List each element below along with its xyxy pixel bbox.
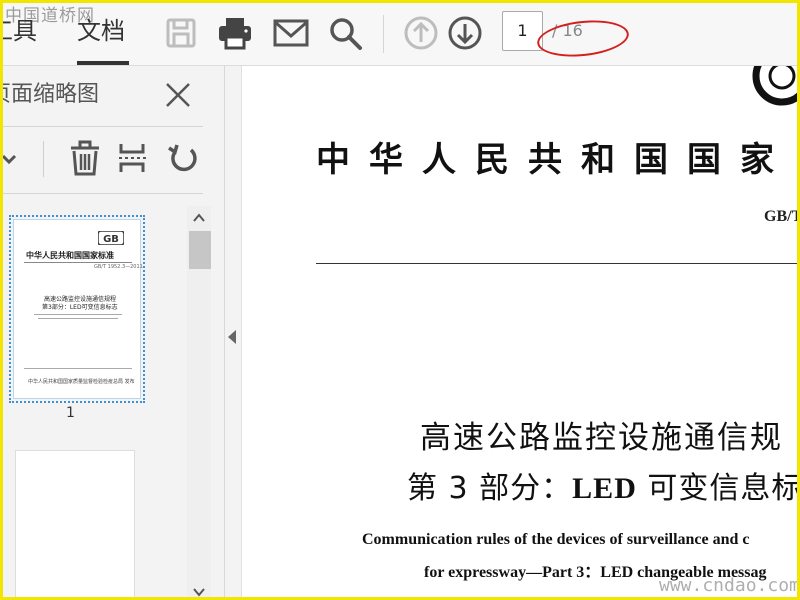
active-tab-indicator (77, 61, 129, 65)
app-window: 中国道桥网 工具 文档 1 / 16 (0, 0, 800, 600)
thumb-cn-title-2: 第3部分：LED可变信息标志 (42, 304, 118, 311)
cn-title-part: 第 3 部分： (407, 471, 573, 506)
red-annotation-circle (535, 16, 631, 61)
thumb-en-line (38, 318, 118, 319)
sidebar-tool-separator (43, 141, 44, 177)
sidebar-scrollbar-thumb[interactable] (189, 231, 211, 269)
extract-page-icon[interactable] (113, 138, 153, 178)
save-icon[interactable] (161, 13, 201, 53)
scroll-down-icon[interactable] (191, 584, 207, 597)
page-thumbnail-2[interactable] (15, 450, 135, 597)
cn-title-part: 可变信息标 (636, 471, 800, 506)
thumbnail-sidebar: 页面缩略图 GB 中华人民共和国国家标准 GB/T 1952.3—2011 高速… (0, 66, 225, 597)
sidebar-divider-2 (3, 193, 203, 194)
thumb-header: 中华人民共和国国家标准 (26, 251, 114, 260)
toolbar-separator (383, 15, 384, 53)
header-rule (316, 263, 797, 264)
toolbar: 中国道桥网 工具 文档 1 / 16 (3, 3, 797, 66)
chinese-title-line-1: 高速公路监控设施通信规 (420, 420, 783, 456)
english-title-line-1: Communication rules of the devices of su… (362, 531, 750, 548)
delete-page-icon[interactable] (65, 138, 105, 178)
standard-code: GB/T (764, 208, 800, 225)
thumb-rule-bottom (24, 368, 132, 369)
tab-document[interactable]: 文档 (77, 15, 125, 47)
watermark-bottom-right: www.cndao.com (659, 575, 800, 596)
chinese-title-line-2: 第 3 部分：LED 可变信息标 (407, 463, 800, 507)
thumb-rule (24, 262, 132, 263)
document-page: 中华人民共和国国家 GB/T 高速公路监控设施通信规 第 3 部分：LED 可变… (241, 66, 800, 597)
thumb-en-line (34, 314, 122, 315)
thumb-code: GB/T 1952.3—2011 (94, 264, 143, 270)
gb-logo-icon: GB (98, 231, 124, 245)
rotate-page-icon[interactable] (163, 138, 203, 178)
print-icon[interactable] (215, 13, 255, 53)
collapse-sidebar-icon[interactable] (227, 329, 237, 345)
thumb-publisher: 中华人民共和国国家质量监督检验检疫总局 发布 (28, 379, 135, 385)
standard-logo-icon (752, 66, 797, 106)
close-icon[interactable] (163, 80, 193, 110)
sidebar-divider (3, 126, 203, 127)
tab-tools[interactable]: 工具 (3, 15, 37, 47)
search-icon[interactable] (325, 13, 365, 53)
options-dropdown-icon[interactable] (3, 138, 27, 178)
page-thumbnail-1[interactable]: GB 中华人民共和国国家标准 GB/T 1952.3—2011 高速公路监控设施… (9, 215, 145, 403)
next-page-icon[interactable] (445, 13, 485, 53)
svg-text:GB: GB (103, 234, 119, 245)
thumbnail-page-number: 1 (66, 405, 75, 421)
sidebar-title: 页面缩略图 (0, 82, 100, 107)
previous-page-icon[interactable] (401, 13, 441, 53)
email-icon[interactable] (271, 13, 311, 53)
scroll-up-icon[interactable] (191, 210, 207, 224)
cn-title-led: LED (572, 472, 637, 505)
document-header-title: 中华人民共和国国家 (316, 140, 793, 180)
